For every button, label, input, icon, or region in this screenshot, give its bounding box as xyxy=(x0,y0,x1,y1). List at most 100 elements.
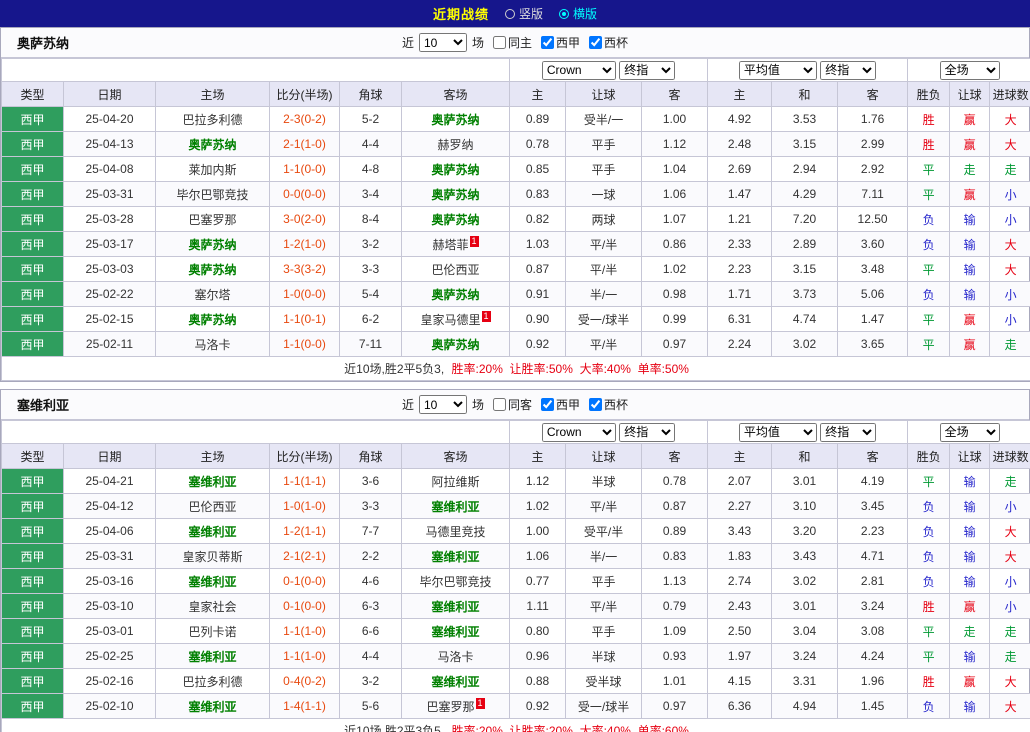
euro-away-odds: 4.24 xyxy=(838,644,908,669)
euro-home-odds: 2.24 xyxy=(708,332,772,357)
euro-average-select[interactable]: 平均值 xyxy=(739,423,817,442)
scope-select[interactable]: 全场 xyxy=(940,61,1000,80)
result-goals: 大 xyxy=(990,544,1030,569)
result-win-draw-lose: 平 xyxy=(908,469,950,494)
bookmaker-select[interactable]: Crown xyxy=(542,61,616,80)
result-handicap: 输 xyxy=(950,494,990,519)
radio-horizontal-layout[interactable]: 横版 xyxy=(559,5,597,22)
recent-suffix-label: 场 xyxy=(472,396,484,413)
away-team-cell: 巴塞罗那1 xyxy=(402,694,510,719)
scope-filter-cell: 全场 xyxy=(908,421,1030,444)
checkbox-input[interactable] xyxy=(589,398,602,411)
checkbox-label: 西甲 xyxy=(556,34,580,51)
recent-count-select[interactable]: 10 xyxy=(419,395,467,414)
away-team-name: 奥萨苏纳 xyxy=(432,188,480,202)
result-goals: 小 xyxy=(990,569,1030,594)
euro-home-odds: 2.74 xyxy=(708,569,772,594)
home-team-cell: 塞维利亚 xyxy=(156,644,270,669)
same-venue-checkbox[interactable]: 同客 xyxy=(493,396,532,413)
home-team-cell: 巴塞罗那 xyxy=(156,207,270,232)
corner-cell: 3-4 xyxy=(340,182,402,207)
asia-odds-type-select[interactable]: 终指 xyxy=(619,61,675,80)
result-handicap: 输 xyxy=(950,519,990,544)
asia-home-odds: 1.11 xyxy=(510,594,566,619)
bookmaker-select[interactable]: Crown xyxy=(542,423,616,442)
corner-cell: 2-2 xyxy=(340,544,402,569)
scope-select[interactable]: 全场 xyxy=(940,423,1000,442)
result-win-draw-lose: 负 xyxy=(908,282,950,307)
corner-cell: 8-4 xyxy=(340,207,402,232)
checkbox-input[interactable] xyxy=(589,36,602,49)
result-handicap: 输 xyxy=(950,469,990,494)
home-team-cell: 塞维利亚 xyxy=(156,694,270,719)
asia-home-odds: 0.78 xyxy=(510,132,566,157)
asia-handicap: 一球 xyxy=(566,182,642,207)
away-team-cell: 塞维利亚 xyxy=(402,619,510,644)
euro-away-odds: 4.19 xyxy=(838,469,908,494)
euro-odds-type-select[interactable]: 终指 xyxy=(820,423,876,442)
col-asia-home: 主 xyxy=(510,444,566,469)
laliga-checkbox[interactable]: 西甲 xyxy=(541,396,580,413)
recent-prefix-label: 近 xyxy=(402,34,414,51)
away-team-name: 塞维利亚 xyxy=(432,675,480,689)
asia-away-odds: 0.89 xyxy=(642,519,708,544)
col-euro-away: 客 xyxy=(838,444,908,469)
away-team-cell: 奥萨苏纳 xyxy=(402,107,510,132)
checkbox-input[interactable] xyxy=(493,398,506,411)
away-team-cell: 马洛卡 xyxy=(402,644,510,669)
match-date: 25-02-15 xyxy=(64,307,156,332)
same-venue-checkbox[interactable]: 同主 xyxy=(493,34,532,51)
euro-average-select[interactable]: 平均值 xyxy=(739,61,817,80)
copa-checkbox[interactable]: 西杯 xyxy=(589,396,628,413)
result-goals: 走 xyxy=(990,644,1030,669)
away-team-name: 毕尔巴鄂竞技 xyxy=(420,575,492,589)
col-away: 客场 xyxy=(402,82,510,107)
score-cell: 3-0(2-0) xyxy=(270,207,340,232)
recent-count-select[interactable]: 10 xyxy=(419,33,467,52)
checkbox-input[interactable] xyxy=(493,36,506,49)
asia-odds-type-select[interactable]: 终指 xyxy=(619,423,675,442)
euro-away-odds: 3.48 xyxy=(838,257,908,282)
result-goals: 大 xyxy=(990,232,1030,257)
home-team-name: 巴拉多利德 xyxy=(182,113,242,127)
home-team-cell: 奥萨苏纳 xyxy=(156,307,270,332)
corner-cell: 3-6 xyxy=(340,469,402,494)
summary-rates: 胜率:20% 让胜率:50% 大率:40% 单率:50% xyxy=(452,362,689,376)
match-date: 25-02-10 xyxy=(64,694,156,719)
asia-home-odds: 1.03 xyxy=(510,232,566,257)
laliga-checkbox[interactable]: 西甲 xyxy=(541,34,580,51)
column-header-row: 类型 日期 主场 比分(半场) 角球 客场 主 让球 客 主 和 客 胜负 让球… xyxy=(2,444,1030,469)
euro-odds-type-select[interactable]: 终指 xyxy=(820,61,876,80)
match-date: 25-02-16 xyxy=(64,669,156,694)
match-row: 西甲 25-03-28 巴塞罗那 3-0(2-0) 8-4 奥萨苏纳 0.82 … xyxy=(2,207,1030,232)
col-euro-away: 客 xyxy=(838,82,908,107)
corner-cell: 5-2 xyxy=(340,107,402,132)
sections-container: 奥萨苏纳 近 10 场 同主 西甲 西杯 xyxy=(0,27,1030,732)
corner-cell: 7-7 xyxy=(340,519,402,544)
corner-cell: 5-4 xyxy=(340,282,402,307)
checkbox-input[interactable] xyxy=(541,398,554,411)
radio-vertical-layout[interactable]: 竖版 xyxy=(505,5,543,22)
col-handicap: 让球 xyxy=(566,82,642,107)
checkbox-input[interactable] xyxy=(541,36,554,49)
euro-odds-filter-cell: 平均值 终指 xyxy=(708,59,908,82)
away-team-cell: 奥萨苏纳 xyxy=(402,332,510,357)
asia-home-odds: 1.02 xyxy=(510,494,566,519)
euro-home-odds: 4.15 xyxy=(708,669,772,694)
match-row: 西甲 25-04-21 塞维利亚 1-1(1-1) 3-6 阿拉维斯 1.12 … xyxy=(2,469,1030,494)
away-team-cell: 塞维利亚 xyxy=(402,544,510,569)
col-type: 类型 xyxy=(2,444,64,469)
away-team-name: 塞维利亚 xyxy=(432,600,480,614)
col-goals: 进球数 xyxy=(990,444,1030,469)
filter-controls: 近 10 场 同主 西甲 西杯 xyxy=(402,33,628,52)
away-team-cell: 奥萨苏纳 xyxy=(402,157,510,182)
match-row: 西甲 25-04-12 巴伦西亚 1-0(1-0) 3-3 塞维利亚 1.02 … xyxy=(2,494,1030,519)
asia-odds-filter-cell: Crown 终指 xyxy=(510,59,708,82)
match-row: 西甲 25-03-01 巴列卡诺 1-1(1-0) 6-6 塞维利亚 0.80 … xyxy=(2,619,1030,644)
copa-checkbox[interactable]: 西杯 xyxy=(589,34,628,51)
asia-home-odds: 0.96 xyxy=(510,644,566,669)
result-handicap: 输 xyxy=(950,282,990,307)
result-goals: 走 xyxy=(990,157,1030,182)
score-cell: 1-1(1-1) xyxy=(270,469,340,494)
col-result: 胜负 xyxy=(908,444,950,469)
